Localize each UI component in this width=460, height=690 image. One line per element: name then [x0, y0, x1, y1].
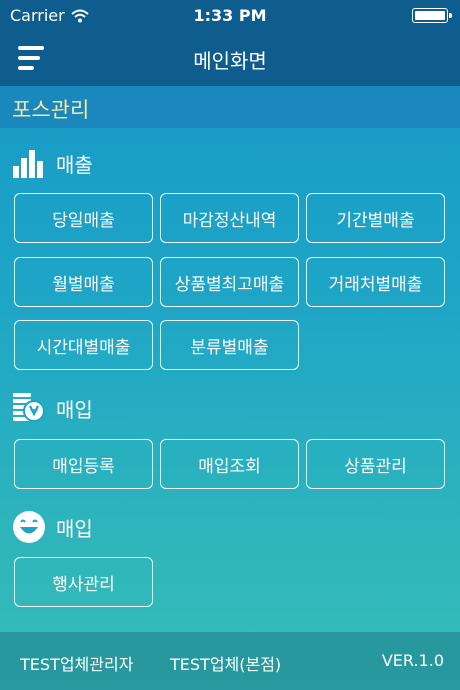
daily-sales-button[interactable]: 당일매출 — [14, 193, 153, 243]
event-group-title: 매입 — [12, 510, 93, 544]
section-header: 포스관리 — [0, 86, 460, 128]
page-title: 메인화면 — [193, 49, 267, 73]
client-sales-button[interactable]: 거래처별매출 — [306, 257, 445, 307]
status-time: 1:33 PM — [193, 6, 267, 25]
nav-bar: 메인화면 — [0, 32, 460, 86]
top-product-sales-button[interactable]: 상품별최고매출 — [160, 257, 299, 307]
footer-version: VER.1.0 — [381, 651, 444, 670]
battery-icon — [412, 8, 452, 23]
footer-user: TEST업체관리자 — [20, 655, 134, 674]
event-title: 매입 — [56, 516, 93, 541]
footer-store: TEST업체(본점) — [170, 655, 282, 674]
footer: TEST업체관리자 TEST업체(본점) VER.1.0 — [0, 632, 460, 690]
category-sales-button[interactable]: 분류별매출 — [160, 320, 299, 370]
purchase-inquiry-button[interactable]: 매입조회 — [160, 439, 299, 489]
sales-title: 매출 — [56, 152, 93, 177]
smiley-icon — [12, 510, 46, 544]
event-management-button[interactable]: 행사관리 — [14, 557, 153, 607]
monthly-sales-button[interactable]: 월별매출 — [14, 257, 153, 307]
sales-group-title: 매출 — [12, 146, 93, 180]
status-bar: Carrier 1:33 PM — [0, 0, 460, 32]
hourly-sales-button[interactable]: 시간대별매출 — [14, 320, 153, 370]
purchase-group-title: 매입 — [12, 391, 93, 425]
coin-stack-icon — [12, 391, 46, 425]
purchase-register-button[interactable]: 매입등록 — [14, 439, 153, 489]
purchase-title: 매입 — [56, 397, 93, 422]
closing-settlement-button[interactable]: 마감정산내역 — [160, 193, 299, 243]
bar-chart-icon — [12, 146, 46, 180]
product-management-button[interactable]: 상품관리 — [306, 439, 445, 489]
period-sales-button[interactable]: 기간별매출 — [306, 193, 445, 243]
